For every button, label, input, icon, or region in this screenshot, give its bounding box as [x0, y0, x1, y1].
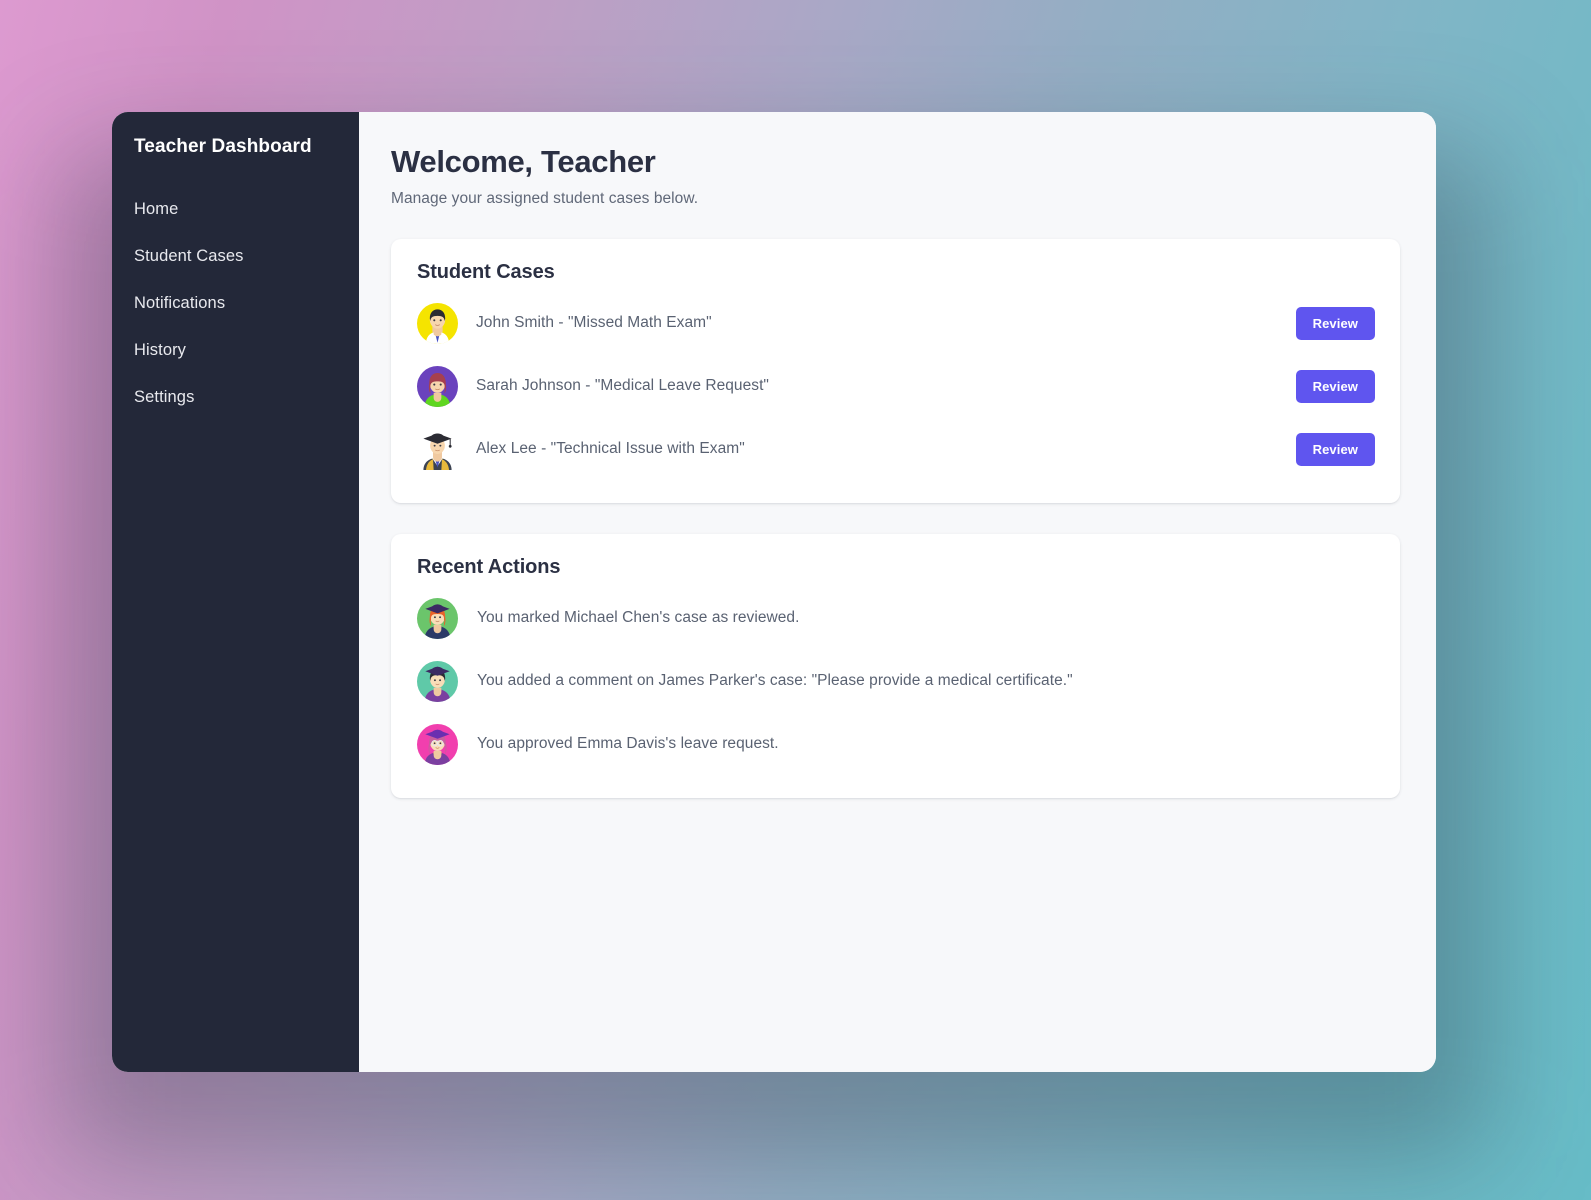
list-item: You added a comment on James Parker's ca…	[417, 650, 1375, 713]
avatar-woman-purple-icon	[417, 365, 458, 407]
review-button[interactable]: Review	[1295, 432, 1375, 466]
avatar-graduate-green-icon	[417, 597, 458, 639]
page-title: Welcome, Teacher	[391, 144, 656, 179]
avatar-graduate-teal-icon	[417, 660, 458, 702]
recent-actions-card: Recent Actions You marked Michael Chen's…	[391, 533, 1400, 798]
avatar-man-yellow-icon	[417, 302, 458, 344]
sidebar-item-notifications[interactable]: Notifications	[112, 280, 359, 327]
review-button[interactable]: Review	[1295, 369, 1375, 403]
table-row: Alex Lee - "Technical Issue with Exam" R…	[417, 418, 1375, 481]
sidebar-item-history[interactable]: History	[112, 327, 359, 374]
sidebar-item-settings[interactable]: Settings	[112, 374, 359, 421]
review-button[interactable]: Review	[1295, 306, 1375, 340]
sidebar: Teacher Dashboard Home Student Cases Not…	[112, 112, 359, 1072]
student-case-label: John Smith - "Missed Math Exam"	[476, 314, 712, 332]
avatar-graduate-pink-icon	[417, 723, 458, 765]
sidebar-nav: Home Student Cases Notifications History…	[112, 186, 359, 421]
recent-action-label: You marked Michael Chen's case as review…	[477, 609, 800, 627]
table-row: Sarah Johnson - "Medical Leave Request" …	[417, 355, 1375, 418]
list-item: You approved Emma Davis's leave request.	[417, 713, 1375, 776]
main-content: Welcome, Teacher Manage your assigned st…	[359, 112, 1436, 1072]
student-cases-title: Student Cases	[417, 260, 555, 283]
sidebar-item-home[interactable]: Home	[112, 186, 359, 233]
recent-action-label: You added a comment on James Parker's ca…	[477, 672, 1073, 690]
table-row: John Smith - "Missed Math Exam" Review	[417, 292, 1375, 355]
recent-action-label: You approved Emma Davis's leave request.	[477, 735, 779, 753]
sidebar-item-student-cases[interactable]: Student Cases	[112, 233, 359, 280]
avatar-graduate-plain-icon	[417, 429, 458, 470]
student-case-label: Sarah Johnson - "Medical Leave Request"	[476, 377, 769, 395]
dashboard-window: Teacher Dashboard Home Student Cases Not…	[112, 112, 1436, 1072]
student-case-label: Alex Lee - "Technical Issue with Exam"	[476, 440, 745, 458]
student-cases-card: Student Cases John Smith - "Missed Math …	[391, 238, 1400, 503]
list-item: You marked Michael Chen's case as review…	[417, 587, 1375, 650]
recent-actions-title: Recent Actions	[417, 555, 561, 578]
sidebar-title: Teacher Dashboard	[134, 136, 312, 157]
page-subtitle: Manage your assigned student cases below…	[391, 189, 699, 207]
